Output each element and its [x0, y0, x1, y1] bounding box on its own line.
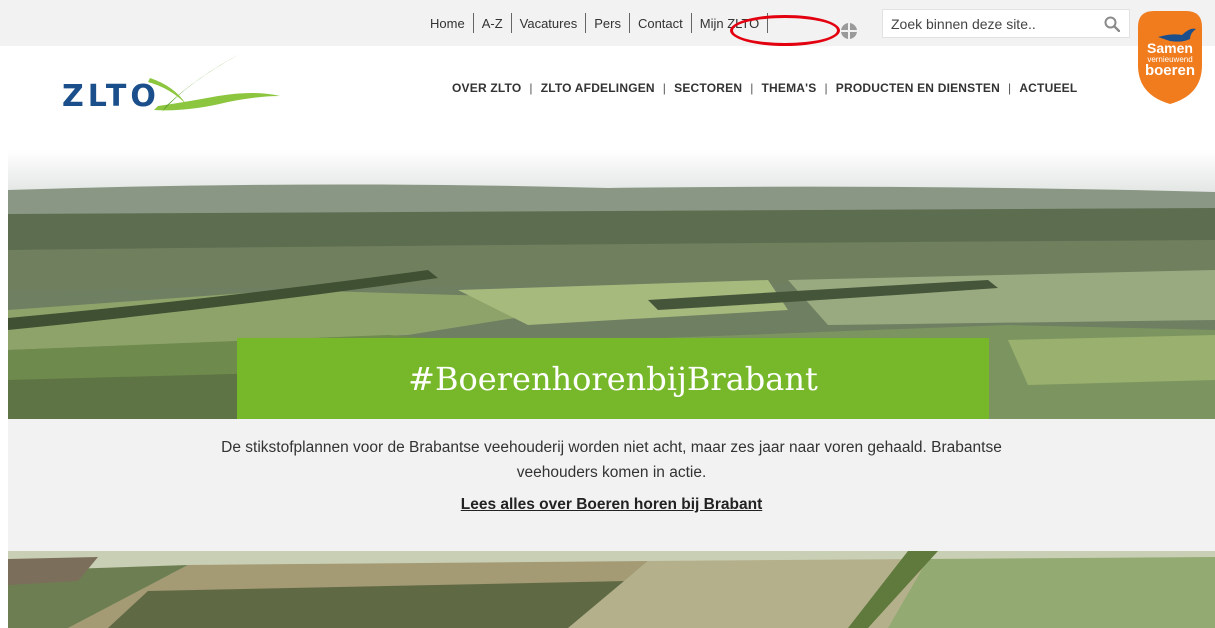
badge-line-3: boeren [1145, 62, 1195, 79]
badge-shape: Samen vernieuwend boeren [1138, 11, 1202, 104]
divider [767, 13, 769, 33]
nav-producten-en-diensten[interactable]: PRODUCTEN EN DIENSTEN [836, 81, 1000, 95]
zlto-logo-graphic: ZLTO [62, 54, 280, 114]
top-navigation: Home A-Z Vacatures Pers Contact Mijn ZLT… [422, 11, 769, 35]
secondary-hero-image [8, 551, 1215, 628]
badge-line-1: Samen [1147, 40, 1193, 56]
site-search [882, 9, 1130, 38]
divider: | [750, 81, 754, 95]
nav-zlto-afdelingen[interactable]: ZLTO AFDELINGEN [541, 81, 655, 95]
hero-info-panel: De stikstofplannen voor de Brabantse vee… [8, 419, 1215, 551]
globe-icon[interactable] [841, 23, 857, 39]
top-link-mijn-zlto[interactable]: Mijn ZLTO [692, 16, 767, 31]
search-icon [1104, 16, 1120, 32]
search-input[interactable] [883, 10, 1095, 37]
nav-themas[interactable]: THEMA'S [762, 81, 817, 95]
top-link-a-z[interactable]: A-Z [474, 16, 511, 31]
logo-text: ZLTO [62, 79, 160, 114]
divider: | [529, 81, 533, 95]
nav-sectoren[interactable]: SECTOREN [674, 81, 742, 95]
main-navigation: OVER ZLTO | ZLTO AFDELINGEN | SECTOREN |… [452, 81, 1077, 95]
zlto-logo[interactable]: ZLTO [58, 52, 290, 116]
hero-read-more-link[interactable]: Lees alles over Boeren horen bij Brabant [8, 496, 1215, 514]
divider: | [662, 81, 667, 95]
top-link-home[interactable]: Home [422, 16, 473, 31]
divider: | [1007, 81, 1012, 95]
search-button[interactable] [1095, 10, 1129, 37]
nav-actueel[interactable]: ACTUEEL [1019, 81, 1077, 95]
nav-over-zlto[interactable]: OVER ZLTO [452, 81, 521, 95]
top-link-pers[interactable]: Pers [586, 16, 629, 31]
hero-description: De stikstofplannen voor de Brabantse vee… [221, 439, 1002, 481]
samen-vernieuwend-boeren-badge[interactable]: Samen vernieuwend boeren [1134, 9, 1206, 105]
hero-title-banner: #BoerenhorenbijBrabant [237, 338, 989, 419]
divider: | [824, 81, 828, 95]
top-link-contact[interactable]: Contact [630, 16, 691, 31]
aerial-fields-image [8, 551, 1215, 628]
top-link-vacatures[interactable]: Vacatures [512, 16, 586, 31]
